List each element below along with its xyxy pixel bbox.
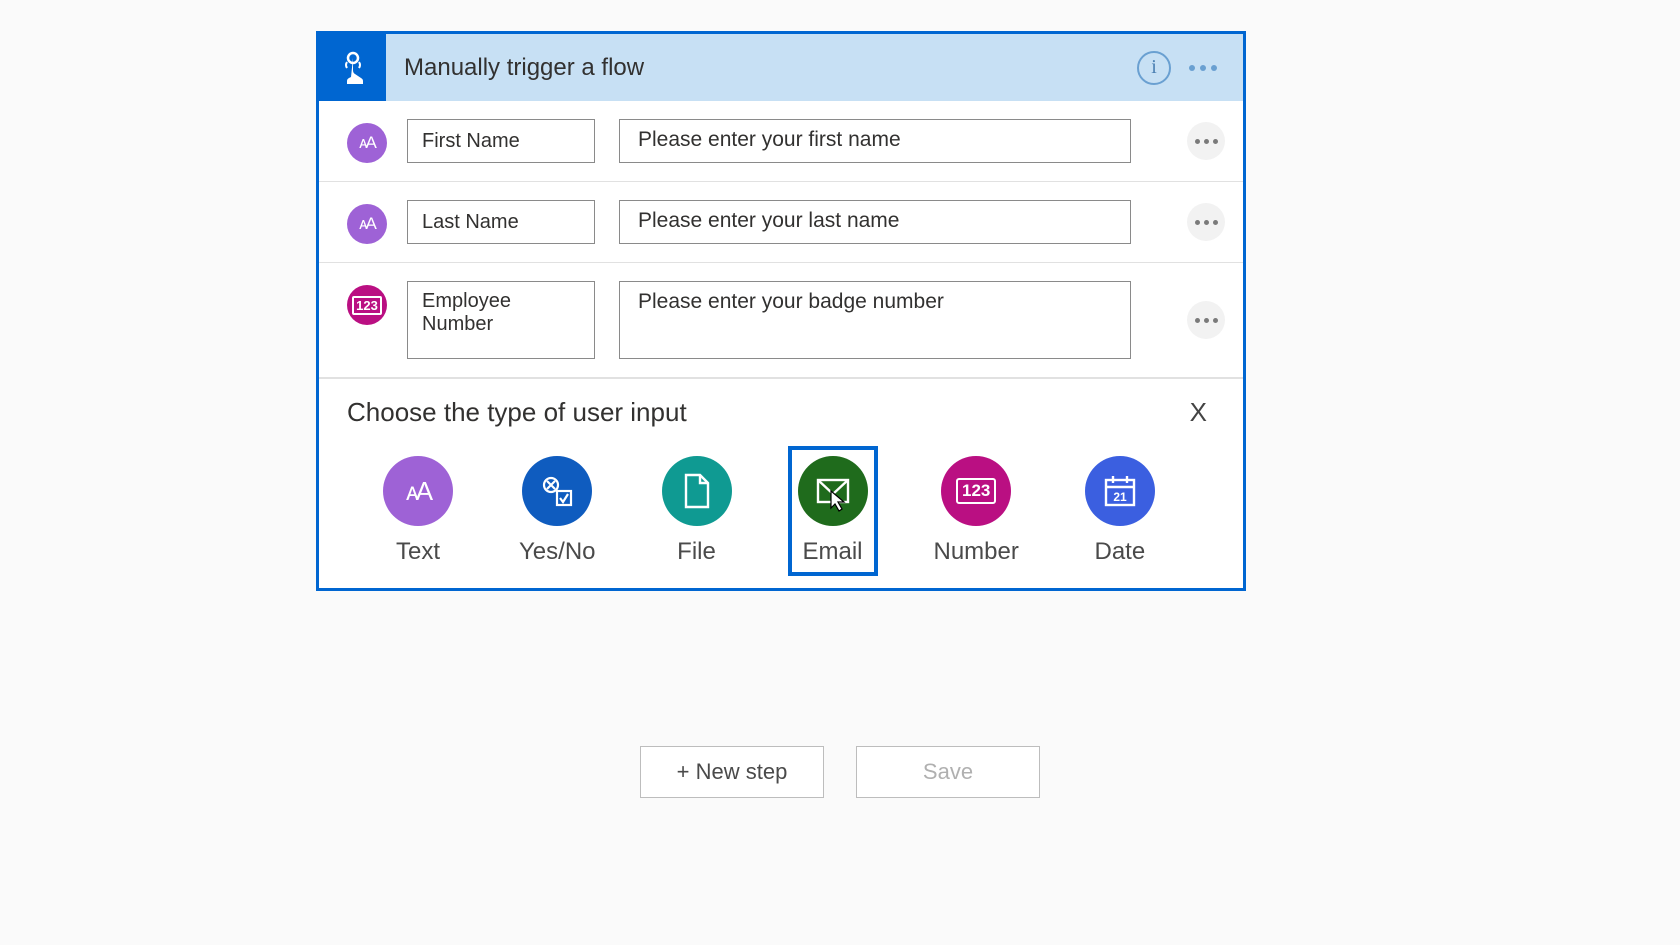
cursor-icon xyxy=(830,490,848,512)
number-icon: 123 xyxy=(941,456,1011,526)
input-type-picker-title: Choose the type of user input xyxy=(347,397,687,428)
input-name-field[interactable]: Last Name xyxy=(407,200,595,244)
input-description-field[interactable]: Please enter your badge number xyxy=(619,281,1131,359)
text-type-icon: ᴀA xyxy=(347,123,387,163)
input-row-last-name: ᴀA Last Name Please enter your last name xyxy=(319,182,1243,263)
email-icon xyxy=(798,456,868,526)
yesno-icon xyxy=(522,456,592,526)
input-row-first-name: ᴀA First Name Please enter your first na… xyxy=(319,101,1243,182)
input-type-label: Yes/No xyxy=(519,538,596,566)
input-name-field[interactable]: Employee Number xyxy=(407,281,595,359)
footer-actions: + New step Save xyxy=(0,746,1680,798)
new-step-button[interactable]: + New step xyxy=(640,746,824,798)
close-icon[interactable]: X xyxy=(1182,397,1215,428)
trigger-menu-button[interactable] xyxy=(1189,65,1217,71)
manual-trigger-icon xyxy=(319,34,386,101)
input-row-menu[interactable] xyxy=(1187,122,1225,160)
input-description-field[interactable]: Please enter your first name xyxy=(619,119,1131,163)
hand-tap-icon xyxy=(333,48,373,88)
info-icon[interactable]: i xyxy=(1137,51,1171,85)
input-name-field[interactable]: First Name xyxy=(407,119,595,163)
input-type-number[interactable]: 123 Number xyxy=(928,450,1025,572)
save-button[interactable]: Save xyxy=(856,746,1040,798)
input-row-menu[interactable] xyxy=(1187,301,1225,339)
input-row-employee-number: 123 Employee Number Please enter your ba… xyxy=(319,263,1243,378)
number-type-icon: 123 xyxy=(347,285,387,325)
input-type-label: File xyxy=(677,538,716,566)
file-icon xyxy=(662,456,732,526)
input-type-label: Email xyxy=(802,538,862,566)
input-type-text[interactable]: ᴀA Text xyxy=(377,450,459,572)
input-row-menu[interactable] xyxy=(1187,203,1225,241)
trigger-header: Manually trigger a flow i xyxy=(319,34,1243,101)
input-type-date[interactable]: 21 Date xyxy=(1079,450,1161,572)
input-type-label: Number xyxy=(934,538,1019,566)
date-icon: 21 xyxy=(1085,456,1155,526)
input-type-file[interactable]: File xyxy=(656,450,738,572)
input-type-label: Date xyxy=(1095,538,1146,566)
input-type-options: ᴀA Text Yes/No xyxy=(347,450,1215,572)
input-type-picker: Choose the type of user input X ᴀA Text xyxy=(319,378,1243,588)
input-type-email[interactable]: Email xyxy=(792,450,874,572)
trigger-card: Manually trigger a flow i ᴀA First Name … xyxy=(316,31,1246,591)
input-description-field[interactable]: Please enter your last name xyxy=(619,200,1131,244)
text-type-icon: ᴀA xyxy=(347,204,387,244)
trigger-title: Manually trigger a flow xyxy=(386,54,1137,82)
input-type-picker-header: Choose the type of user input X xyxy=(347,397,1215,428)
input-type-yesno[interactable]: Yes/No xyxy=(513,450,602,572)
input-type-label: Text xyxy=(396,538,440,566)
text-icon: ᴀA xyxy=(383,456,453,526)
svg-text:21: 21 xyxy=(1113,490,1127,504)
